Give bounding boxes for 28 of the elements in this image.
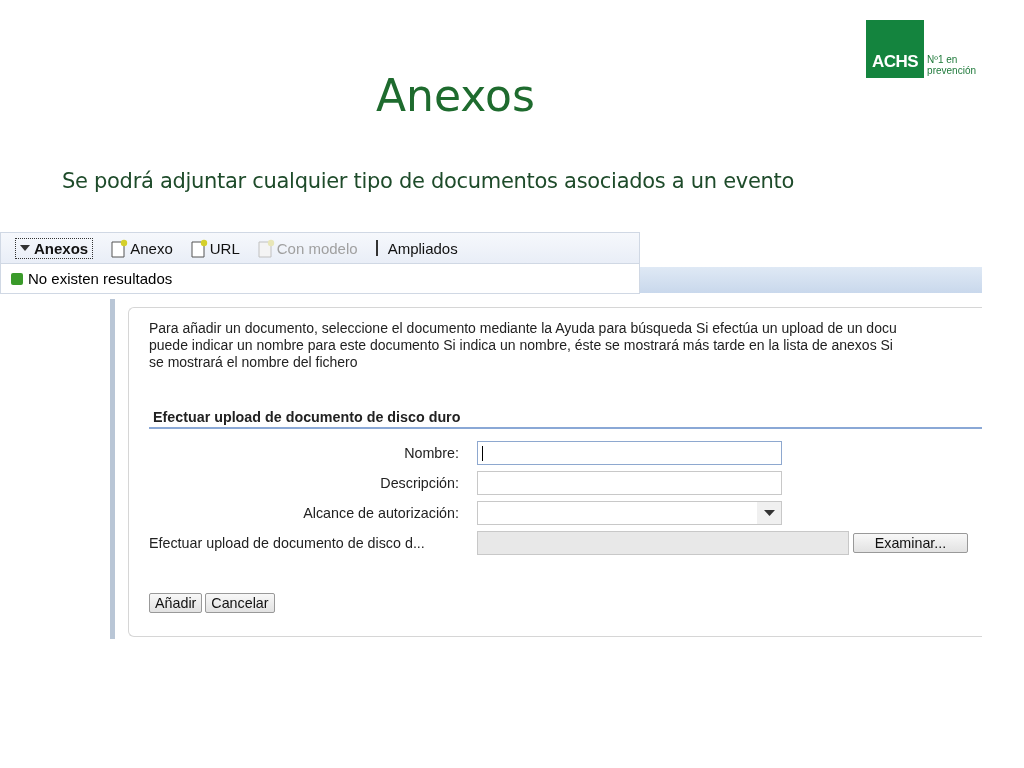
section-title: Efectuar upload de documento de disco duro bbox=[149, 409, 982, 429]
toolbar-link[interactable]: Ampliados bbox=[387, 239, 458, 257]
new-document-icon bbox=[257, 238, 276, 258]
field-label: Descripción: bbox=[379, 475, 459, 491]
text-field[interactable] bbox=[477, 441, 782, 465]
field-label: Alcance de autorización: bbox=[302, 505, 459, 521]
toolbar-button[interactable]: Anexo bbox=[111, 238, 173, 258]
field-label: Efectuar upload de documento de disco d... bbox=[149, 535, 426, 551]
text-field[interactable] bbox=[477, 471, 782, 495]
new-document-icon bbox=[190, 238, 209, 258]
logo-tagline: Nº1 en prevención bbox=[927, 54, 976, 78]
slide-title: Anexos bbox=[376, 70, 535, 121]
toolbar-button[interactable]: URL bbox=[190, 238, 240, 258]
collapse-arrow-icon bbox=[20, 245, 30, 251]
field-label: Nombre: bbox=[403, 445, 459, 461]
info-icon bbox=[11, 272, 23, 285]
message-text: No existen resultados bbox=[28, 270, 173, 287]
slide-subtitle: Se podrá adjuntar cualquier tipo de documentos asociados a un evento bbox=[62, 169, 795, 193]
browse-button[interactable]: Examinar... bbox=[853, 533, 968, 553]
new-document-icon bbox=[111, 238, 130, 258]
file-path-field[interactable] bbox=[477, 531, 849, 555]
action-button[interactable]: Cancelar bbox=[205, 593, 275, 613]
dropdown-field[interactable] bbox=[477, 501, 782, 525]
action-button[interactable]: Añadir bbox=[149, 593, 203, 613]
instructions-text: Para añadir un documento, seleccione el documento mediante la Ayuda para búsqueda Si efectúa un upload de un docu puede indicar un nombre para este documento Si indica un nombre, éste se mostrará más tarde en la lista de anexos Si se mostrará el nombre del fichero bbox=[149, 320, 898, 371]
dropdown-arrow-icon bbox=[763, 510, 775, 516]
logo: ACHS bbox=[866, 20, 925, 78]
section-toggle[interactable]: Anexos bbox=[15, 237, 94, 259]
